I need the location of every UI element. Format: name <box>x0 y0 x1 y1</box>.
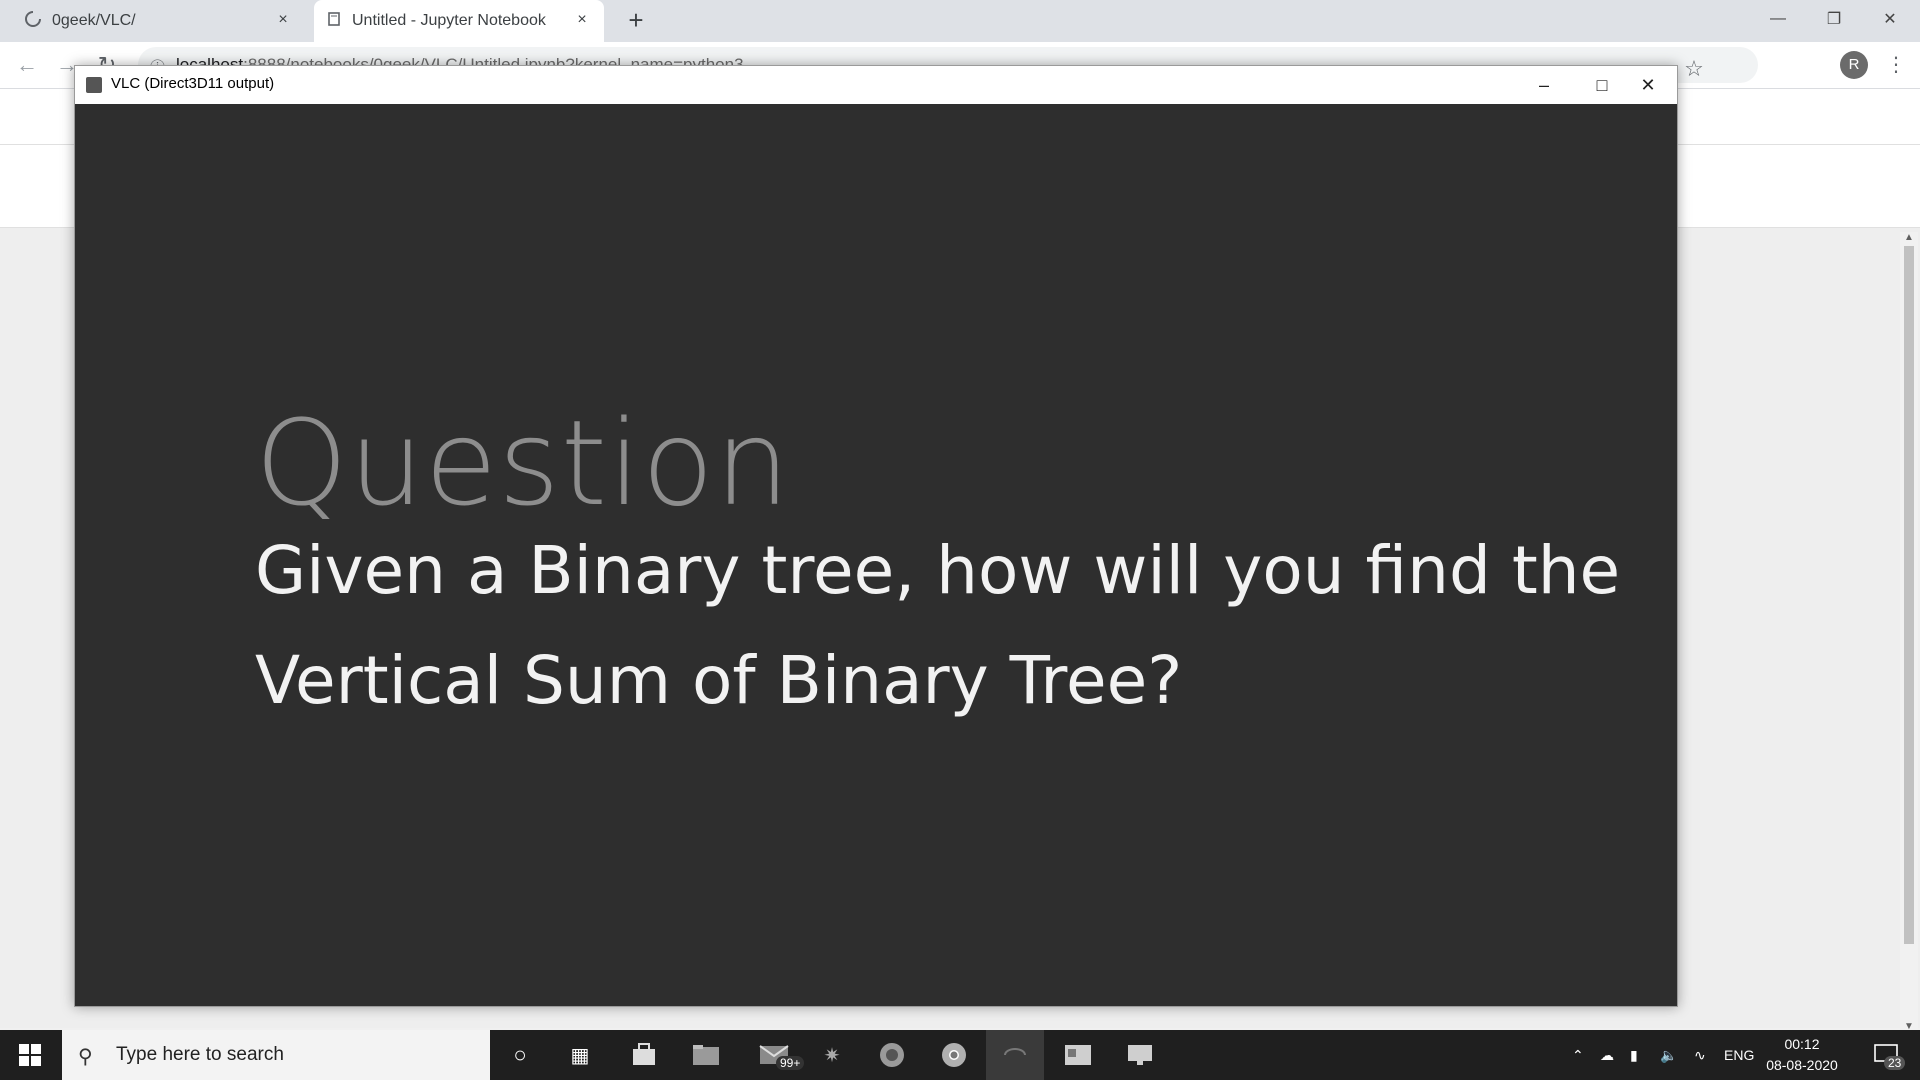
tab-label: 0geek/VLC/ <box>52 12 136 29</box>
app-window-icon[interactable] <box>1056 1030 1100 1080</box>
back-icon[interactable]: ← <box>14 52 40 78</box>
page-scrollbar[interactable]: ▲ ▼ <box>1900 232 1918 1032</box>
windows-start-icon[interactable] <box>0 1030 60 1080</box>
taskbar-search-box[interactable]: ⚲ Type here to search <box>62 1030 490 1080</box>
vlc-app-icon <box>86 77 102 93</box>
wifi-icon[interactable]: ∿ <box>1694 1030 1706 1080</box>
battery-icon[interactable]: ▮ <box>1630 1030 1638 1080</box>
clock-date: 08-08-2020 <box>1766 1057 1838 1073</box>
question-heading: Question <box>255 394 791 532</box>
vlc-taskbar-icon[interactable] <box>986 1030 1044 1080</box>
loading-spinner-icon <box>24 10 42 33</box>
notification-count: 23 <box>1884 1056 1906 1070</box>
tab-jupyter[interactable]: Untitled - Jupyter Notebook × <box>314 0 604 42</box>
remote-desktop-icon[interactable] <box>1118 1030 1162 1080</box>
system-clock[interactable]: 00:12 08-08-2020 <box>1754 1034 1850 1076</box>
game-app-icon[interactable]: ✷ <box>810 1030 854 1080</box>
firefox-icon[interactable] <box>870 1030 914 1080</box>
tab-vlc-folder[interactable]: 0geek/VLC/ × <box>0 0 305 42</box>
vlc-close-button[interactable]: ✕ <box>1619 66 1677 104</box>
cortana-icon[interactable]: ○ <box>500 1030 540 1080</box>
close-icon[interactable]: ✕ <box>1862 0 1918 38</box>
vlc-window: VLC (Direct3D11 output) – □ ✕ Question G… <box>74 65 1678 1007</box>
volume-icon[interactable]: 🔈 <box>1660 1030 1677 1080</box>
onedrive-icon[interactable]: ☁ <box>1600 1030 1614 1080</box>
scrollbar-thumb[interactable] <box>1904 246 1914 944</box>
minimize-icon[interactable]: — <box>1750 0 1806 38</box>
vlc-title: VLC (Direct3D11 output) <box>111 75 275 92</box>
profile-avatar[interactable]: R <box>1840 51 1868 79</box>
question-line-2: Vertical Sum of Binary Tree? <box>255 642 1183 719</box>
vlc-minimize-button[interactable]: – <box>1515 66 1573 104</box>
language-indicator[interactable]: ENG <box>1724 1030 1754 1080</box>
scroll-up-icon[interactable]: ▲ <box>1904 232 1914 243</box>
question-line-1: Given a Binary tree, how will you find t… <box>255 532 1621 609</box>
tab-close-icon[interactable]: × <box>275 12 291 28</box>
clock-time: 00:12 <box>1784 1036 1820 1052</box>
menu-kebab-icon[interactable]: ⋮ <box>1886 52 1906 78</box>
search-icon: ⚲ <box>78 1046 93 1068</box>
file-explorer-icon[interactable] <box>684 1030 728 1080</box>
vlc-titlebar[interactable]: VLC (Direct3D11 output) – □ ✕ <box>75 66 1677 104</box>
taskbar: ⚲ Type here to search ○ ▦ 99+ ✷ ⌃ ☁ ▮ 🔈 … <box>0 1030 1920 1080</box>
new-tab-button[interactable]: + <box>624 7 648 33</box>
search-placeholder: Type here to search <box>116 1044 284 1065</box>
tab-label: Untitled - Jupyter Notebook <box>352 12 546 29</box>
notebook-icon <box>326 11 342 32</box>
action-center-icon[interactable]: 23 <box>1864 1030 1908 1080</box>
mail-badge: 99+ <box>776 1056 805 1070</box>
tab-close-icon[interactable]: × <box>574 12 590 28</box>
store-icon[interactable] <box>622 1030 666 1080</box>
restore-icon[interactable]: ❐ <box>1806 0 1862 38</box>
browser-tab-bar: 0geek/VLC/ × Untitled - Jupyter Notebook… <box>0 0 1920 42</box>
vlc-video-output[interactable]: Question Given a Binary tree, how will y… <box>75 104 1677 1006</box>
task-view-icon[interactable]: ▦ <box>560 1030 600 1080</box>
mail-icon[interactable]: 99+ <box>746 1030 805 1080</box>
bookmark-star-icon[interactable]: ☆ <box>1680 55 1708 83</box>
show-hidden-icons[interactable]: ⌃ <box>1572 1030 1584 1080</box>
chrome-icon[interactable] <box>932 1030 976 1080</box>
